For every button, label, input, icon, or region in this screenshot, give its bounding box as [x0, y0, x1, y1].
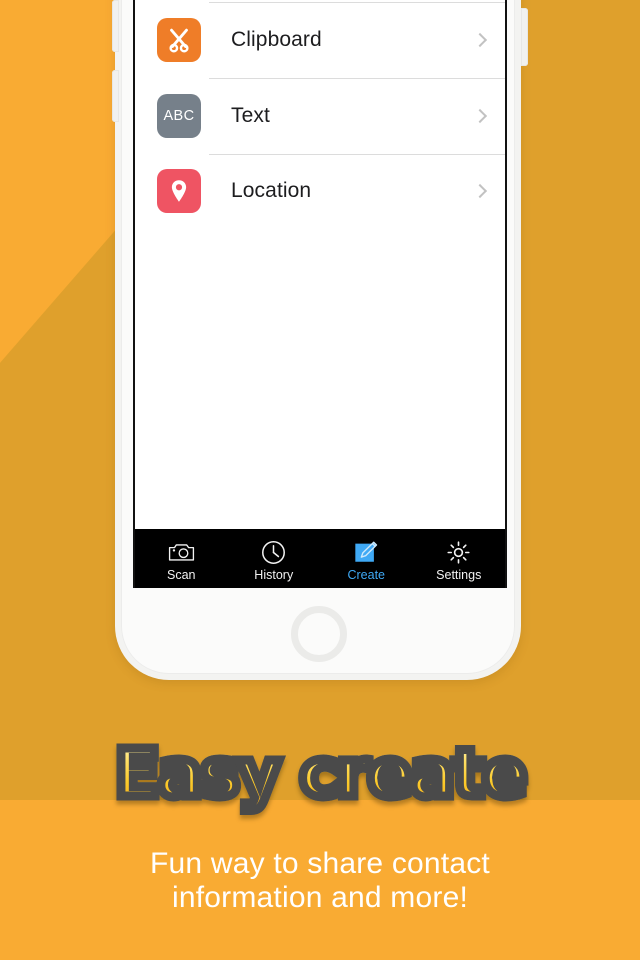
promo-subhead-line-2: information and more! [171, 880, 468, 914]
power-button[interactable] [521, 8, 528, 66]
gear-icon [445, 538, 472, 566]
list-item-location[interactable]: Location [135, 153, 505, 230]
clock-icon [261, 538, 286, 566]
tab-label: Create [347, 568, 386, 582]
app-store-promo-screenshot: Website Email [0, 0, 640, 960]
list-item-text[interactable]: ABC Text [135, 77, 505, 154]
phone-screen: Website Email [133, 0, 507, 588]
volume-down-button[interactable] [112, 70, 119, 122]
bottom-tab-bar: Scan History Create Settings [135, 529, 505, 588]
scissors-icon [157, 18, 201, 63]
tab-label: Settings [436, 568, 482, 582]
list-item-label: Clipboard [231, 28, 322, 52]
list-item-clipboard[interactable]: Clipboard [135, 2, 505, 78]
promo-headline: Easy create [110, 735, 531, 812]
camera-icon [168, 538, 195, 566]
abc-icon-label: ABC [163, 107, 195, 124]
chevron-right-icon [472, 184, 488, 199]
tab-history[interactable]: History [228, 529, 321, 588]
promo-headline-wrap: Easy create [0, 735, 640, 812]
chevron-right-icon [472, 33, 488, 48]
list-item-label: Text [231, 103, 270, 127]
tab-settings[interactable]: Settings [413, 529, 506, 588]
promo-subhead: Fun way to share contact information and… [0, 847, 640, 915]
promo-subhead-line-1: Fun way to share contact [150, 847, 490, 880]
create-type-list: Website Email [135, 0, 505, 529]
tab-label: Scan [167, 568, 196, 582]
tab-scan[interactable]: Scan [135, 529, 228, 588]
chevron-right-icon [472, 108, 488, 123]
list-item-label: Location [231, 179, 312, 203]
home-button[interactable] [291, 606, 347, 662]
tab-create[interactable]: Create [320, 529, 413, 588]
tab-label: History [254, 568, 294, 582]
map-pin-icon [157, 169, 201, 214]
compose-icon [353, 538, 379, 566]
volume-up-button[interactable] [112, 0, 119, 52]
abc-icon: ABC [157, 93, 201, 138]
